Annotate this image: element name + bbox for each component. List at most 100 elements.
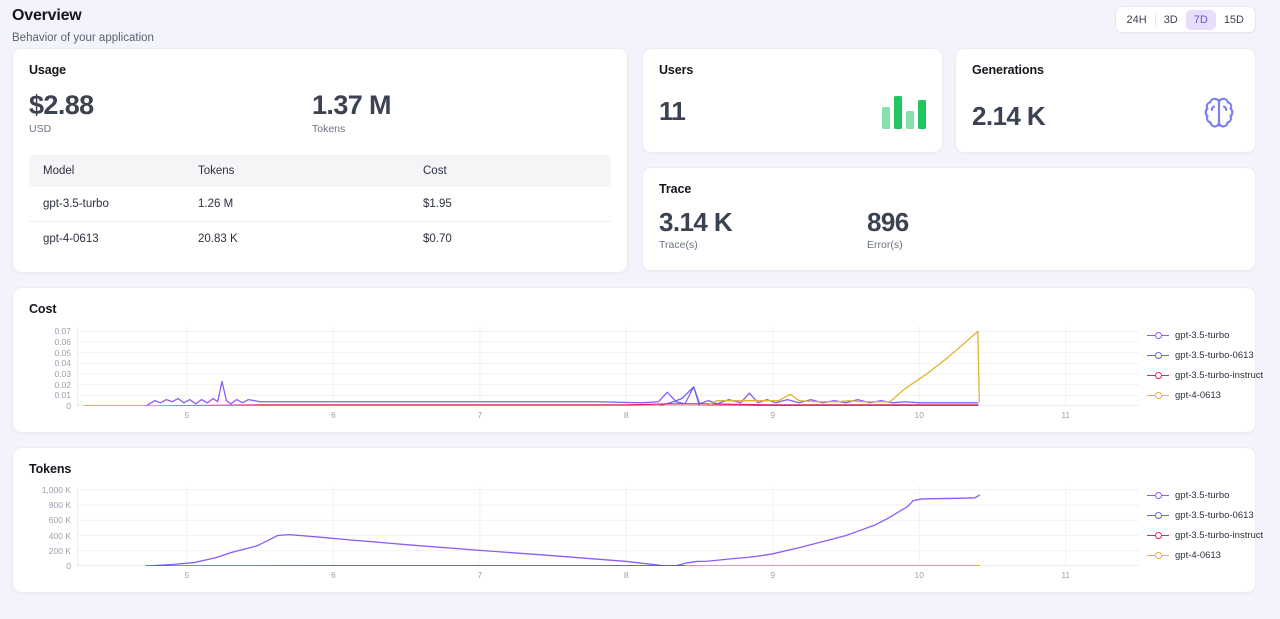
y-tick-label: 400 K (49, 531, 71, 541)
y-tick-label: 1,000 K (42, 485, 71, 495)
legend-marker-icon (1147, 331, 1169, 341)
legend-label: gpt-3.5-turbo-instruct (1175, 530, 1263, 541)
usage-tokens-stat: 1.37 M Tokens (312, 89, 391, 135)
cell-tokens: 20.83 K (184, 222, 409, 257)
series-line (146, 495, 979, 566)
usage-card: Usage $2.88 USD 1.37 M Tokens Model (12, 48, 628, 273)
x-tick-label: 10 (915, 570, 924, 580)
time-range-switch[interactable]: 24H 3D 7D 15D (1115, 6, 1257, 33)
legend-marker-icon (1147, 551, 1169, 561)
cost-y-axis-labels: 00.010.020.030.040.050.060.07 (29, 326, 75, 406)
cost-x-axis-labels: 567891011 (77, 406, 1139, 424)
usage-stats: $2.88 USD 1.37 M Tokens (29, 89, 611, 135)
x-tick-label: 7 (477, 570, 482, 580)
generations-card: Generations 2.14 K (955, 48, 1256, 153)
page-header: Overview Behavior of your application 24… (0, 0, 1280, 48)
legend-label: gpt-3.5-turbo-0613 (1175, 510, 1254, 521)
x-tick-label: 8 (624, 570, 629, 580)
legend-label: gpt-4-0613 (1175, 550, 1221, 561)
usage-table-head: Model Tokens Cost (29, 155, 611, 187)
metrics-row: Users 11 Generations 2.14 K (642, 48, 1256, 153)
page-subtitle: Behavior of your application (12, 31, 154, 45)
tokens-chart-area: 0200 K400 K600 K800 K1,000 K 567891011 g… (29, 486, 1239, 584)
usage-table-header-row: Model Tokens Cost (29, 155, 611, 187)
tokens-chart-card: Tokens 0200 K400 K600 K800 K1,000 K 5678… (12, 447, 1256, 593)
usage-column: Usage $2.88 USD 1.37 M Tokens Model (12, 48, 628, 273)
legend-item[interactable]: gpt-4-0613 (1147, 390, 1263, 401)
legend-marker-icon (1147, 531, 1169, 541)
table-row: gpt-4-0613 20.83 K $0.70 (29, 222, 611, 257)
range-button-24h[interactable]: 24H (1119, 10, 1155, 30)
y-tick-label: 200 K (49, 546, 71, 556)
range-button-3d[interactable]: 3D (1156, 10, 1186, 30)
x-tick-label: 10 (915, 410, 924, 420)
y-tick-label: 600 K (49, 515, 71, 525)
cell-model: gpt-3.5-turbo (29, 187, 184, 222)
legend-item[interactable]: gpt-3.5-turbo-instruct (1147, 370, 1263, 381)
column-header-tokens: Tokens (184, 155, 409, 187)
cell-cost: $1.95 (409, 187, 611, 222)
legend-label: gpt-3.5-turbo (1175, 330, 1229, 341)
users-card-title: Users (659, 63, 926, 77)
legend-item[interactable]: gpt-3.5-turbo-0613 (1147, 510, 1263, 521)
trace-card: Trace 3.14 K Trace(s) 896 Error(s) (642, 167, 1256, 271)
users-value: 11 (659, 96, 685, 126)
y-tick-label: 0.03 (54, 369, 71, 379)
legend-marker-icon (1147, 391, 1169, 401)
usage-tokens-value: 1.37 M (312, 89, 391, 121)
x-tick-label: 5 (184, 410, 189, 420)
generations-card-body: 2.14 K (972, 93, 1239, 138)
y-tick-label: 0.05 (54, 348, 71, 358)
column-header-cost: Cost (409, 155, 611, 187)
range-button-15d[interactable]: 15D (1216, 10, 1252, 30)
legend-item[interactable]: gpt-3.5-turbo-instruct (1147, 530, 1263, 541)
tokens-plot-wrap: 0200 K400 K600 K800 K1,000 K 567891011 (29, 486, 1139, 584)
usage-card-title: Usage (29, 63, 611, 77)
x-tick-label: 9 (770, 570, 775, 580)
legend-label: gpt-3.5-turbo (1175, 490, 1229, 501)
trace-stats: 3.14 K Trace(s) 896 Error(s) (659, 207, 1239, 251)
legend-marker-icon (1147, 371, 1169, 381)
legend-item[interactable]: gpt-3.5-turbo (1147, 490, 1263, 501)
cell-model: gpt-4-0613 (29, 222, 184, 257)
legend-item[interactable]: gpt-3.5-turbo-0613 (1147, 350, 1263, 361)
trace-count-label: Trace(s) (659, 239, 867, 251)
table-row: gpt-3.5-turbo 1.26 M $1.95 (29, 187, 611, 222)
legend-label: gpt-3.5-turbo-instruct (1175, 370, 1263, 381)
trace-error-value: 896 (867, 207, 909, 237)
summary-row: Usage $2.88 USD 1.37 M Tokens Model (0, 48, 1280, 273)
legend-item[interactable]: gpt-4-0613 (1147, 550, 1263, 561)
bar-chart-icon (882, 93, 926, 129)
column-header-model: Model (29, 155, 184, 187)
y-tick-label: 0 (66, 561, 71, 571)
users-card-body: 11 (659, 93, 926, 129)
trace-card-title: Trace (659, 182, 1239, 196)
trace-count-value: 3.14 K (659, 207, 867, 237)
legend-item[interactable]: gpt-3.5-turbo (1147, 330, 1263, 341)
header-text-block: Overview Behavior of your application (12, 6, 154, 45)
usage-cost-stat: $2.88 USD (29, 89, 312, 135)
usage-table-body: gpt-3.5-turbo 1.26 M $1.95 gpt-4-0613 20… (29, 187, 611, 256)
trace-error-stat: 896 Error(s) (867, 207, 909, 251)
tokens-x-axis-labels: 567891011 (77, 566, 1139, 584)
users-card: Users 11 (642, 48, 943, 153)
y-tick-label: 0.06 (54, 337, 71, 347)
page-title: Overview (12, 6, 154, 25)
brain-icon (1199, 93, 1239, 138)
legend-label: gpt-3.5-turbo-0613 (1175, 350, 1254, 361)
x-tick-label: 8 (624, 410, 629, 420)
cost-plot (77, 326, 1139, 406)
generations-card-title: Generations (972, 63, 1239, 77)
legend-label: gpt-4-0613 (1175, 390, 1221, 401)
y-tick-label: 0.02 (54, 380, 71, 390)
tokens-chart-title: Tokens (29, 462, 1239, 476)
usage-cost-value: $2.88 (29, 89, 312, 121)
x-tick-label: 11 (1061, 410, 1070, 420)
usage-tokens-label: Tokens (312, 123, 391, 135)
tokens-y-axis-labels: 0200 K400 K600 K800 K1,000 K (29, 486, 75, 566)
legend-marker-icon (1147, 511, 1169, 521)
x-tick-label: 9 (770, 410, 775, 420)
cost-chart-title: Cost (29, 302, 1239, 316)
range-button-7d[interactable]: 7D (1186, 10, 1216, 30)
cell-tokens: 1.26 M (184, 187, 409, 222)
